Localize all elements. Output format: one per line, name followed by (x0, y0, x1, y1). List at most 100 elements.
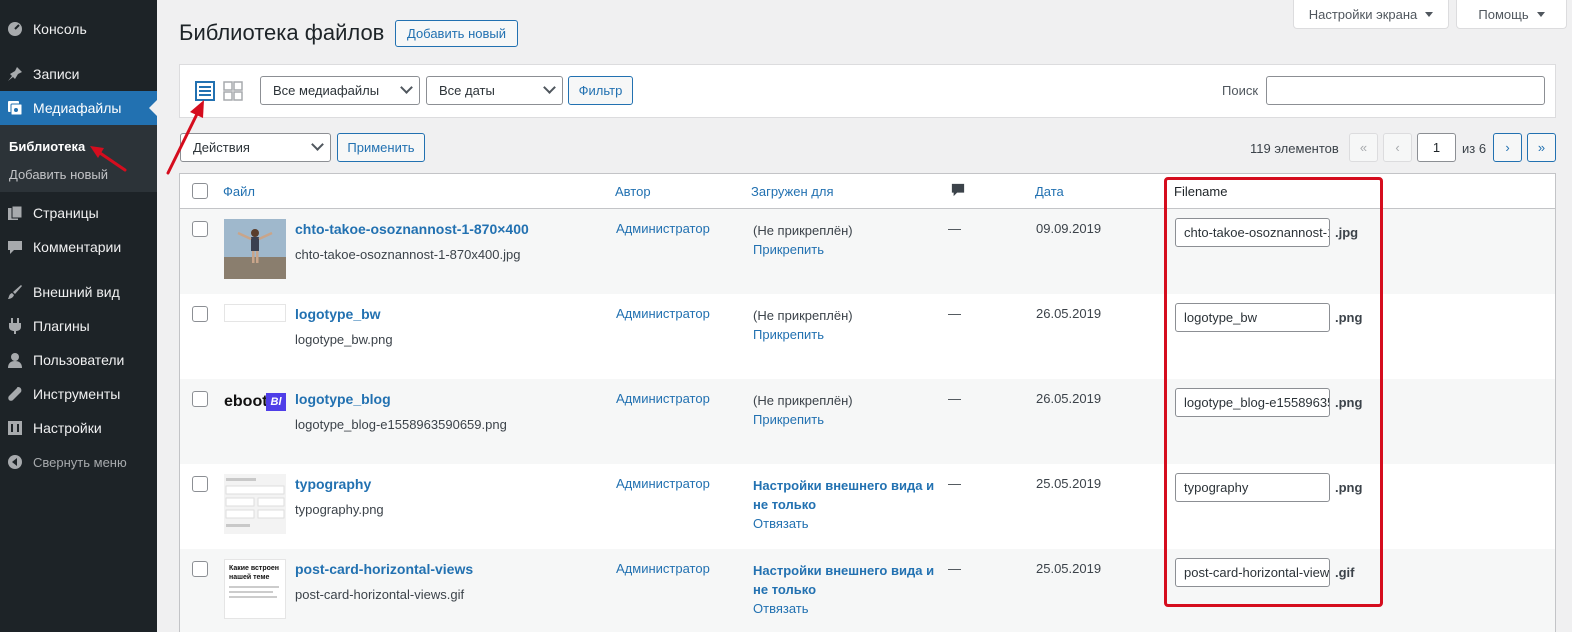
sidebar-item-appearance[interactable]: Внешний вид (0, 275, 157, 309)
media-filename: logotype_bw.png (295, 332, 393, 347)
current-page-input[interactable]: 1 (1417, 133, 1456, 162)
sidebar-item-settings[interactable]: Настройки (0, 411, 157, 445)
upload-date: 25.05.2019 (1036, 561, 1102, 576)
chevron-down-icon (311, 138, 324, 151)
uploaded-to-cell: Настройки внешнего вида и не только Отвя… (753, 476, 943, 533)
media-icon (8, 101, 23, 116)
apply-button[interactable]: Применить (337, 133, 425, 162)
collapse-menu-button[interactable]: Свернуть меню (0, 445, 157, 479)
date-select[interactable]: Все даты (426, 76, 563, 105)
upload-date: 09.09.2019 (1036, 221, 1102, 236)
sidebar-item-label: Пользователи (33, 352, 125, 368)
help-button[interactable]: Помощь (1456, 0, 1567, 29)
media-title-link[interactable]: logotype_blog (295, 391, 391, 407)
comments-count: — (948, 561, 961, 576)
uploaded-status: (Не прикреплён) (753, 223, 853, 238)
column-author[interactable]: Автор (615, 184, 651, 199)
row-checkbox[interactable] (192, 221, 208, 237)
screen-options-button[interactable]: Настройки экрана (1293, 0, 1449, 29)
sidebar-item-label: Страницы (33, 205, 99, 221)
settings-icon (8, 421, 22, 435)
media-thumbnail[interactable] (224, 304, 286, 364)
submenu-add-new[interactable]: Добавить новый (9, 167, 108, 182)
media-filename: typography.png (295, 502, 384, 517)
detach-link[interactable]: Отвязать (753, 599, 943, 618)
upload-date: 26.05.2019 (1036, 306, 1102, 321)
author-link[interactable]: Администратор (616, 391, 710, 406)
row-checkbox[interactable] (192, 561, 208, 577)
media-thumbnail[interactable] (224, 474, 286, 534)
uploaded-status: (Не прикреплён) (753, 393, 853, 408)
sidebar-item-comments[interactable]: Комментарии (0, 230, 157, 264)
next-page-button[interactable]: › (1493, 133, 1522, 162)
uploaded-to-cell: (Не прикреплён) Прикрепить (753, 221, 943, 259)
brush-icon (8, 285, 22, 299)
filename-column-highlight (1164, 177, 1383, 607)
detach-link[interactable]: Отвязать (753, 514, 943, 533)
comment-icon (951, 183, 965, 197)
author-link[interactable]: Администратор (616, 306, 710, 321)
column-uploaded-to[interactable]: Загружен для (751, 184, 833, 199)
attach-link[interactable]: Прикрепить (753, 240, 943, 259)
caret-down-icon (1425, 11, 1434, 17)
comments-count: — (948, 221, 961, 236)
bulk-action-select[interactable]: Действия (180, 133, 331, 162)
author-link[interactable]: Администратор (616, 221, 710, 236)
chevron-down-icon (543, 81, 556, 94)
sidebar-item-media[interactable]: Медиафайлы (0, 91, 157, 125)
author-link[interactable]: Администратор (616, 476, 710, 491)
first-page-button[interactable]: « (1349, 133, 1378, 162)
row-checkbox[interactable] (192, 476, 208, 492)
sidebar-item-label: Внешний вид (33, 284, 120, 300)
comment-icon (8, 241, 22, 254)
uploaded-parent-link-cont[interactable]: не только (753, 495, 943, 514)
user-icon (8, 353, 22, 368)
submenu-library[interactable]: Библиотека (9, 139, 85, 154)
uploaded-to-cell: (Не прикреплён) Прикрепить (753, 306, 943, 344)
sidebar-item-pages[interactable]: Страницы (0, 196, 157, 230)
thumb-card-text: Какие встроен нашей теме (229, 565, 280, 581)
attach-link[interactable]: Прикрепить (753, 410, 943, 429)
chevron-down-icon (400, 81, 413, 94)
caret-down-icon (1536, 11, 1545, 17)
media-type-select[interactable]: Все медиафайлы (260, 76, 420, 105)
sidebar-item-tools[interactable]: Инструменты (0, 377, 157, 411)
admin-sidebar: Консоль Записи Медиафайлы Библиотека Доб… (0, 0, 157, 632)
media-title-link[interactable]: logotype_bw (295, 306, 381, 322)
row-checkbox[interactable] (192, 306, 208, 322)
author-link[interactable]: Администратор (616, 561, 710, 576)
select-all-checkbox[interactable] (192, 183, 208, 199)
add-new-button[interactable]: Добавить новый (395, 20, 518, 47)
last-page-button[interactable]: » (1527, 133, 1556, 162)
sidebar-item-label: Плагины (33, 318, 90, 334)
sidebar-item-posts[interactable]: Записи (0, 57, 157, 91)
comments-count: — (948, 476, 961, 491)
column-file[interactable]: Файл (223, 184, 255, 199)
sidebar-item-plugins[interactable]: Плагины (0, 309, 157, 343)
attach-link[interactable]: Прикрепить (753, 325, 943, 344)
media-title-link[interactable]: post-card-horizontal-views (295, 561, 473, 577)
bulk-action-value: Действия (193, 140, 250, 155)
row-checkbox[interactable] (192, 391, 208, 407)
media-title-link[interactable]: typography (295, 476, 371, 492)
sidebar-item-dashboard[interactable]: Консоль (0, 12, 157, 46)
prev-page-button[interactable]: ‹ (1383, 133, 1412, 162)
search-label: Поиск (1222, 83, 1259, 98)
list-view-icon[interactable] (195, 81, 215, 101)
uploaded-parent-link-cont[interactable]: не только (753, 580, 943, 599)
search-input[interactable] (1266, 76, 1545, 105)
media-title-link[interactable]: chto-takoe-osoznannost-1-870×400 (295, 221, 529, 237)
media-thumbnail[interactable]: Какие встроен нашей теме (224, 559, 286, 619)
grid-view-icon[interactable] (223, 81, 243, 101)
media-thumbnail[interactable] (224, 219, 286, 279)
uploaded-parent-link[interactable]: Настройки внешнего вида и (753, 561, 943, 580)
dashboard-icon (8, 22, 22, 36)
thumb-logo-badge: Bl (266, 393, 286, 411)
total-pages: из 6 (1462, 141, 1487, 156)
filter-button[interactable]: Фильтр (568, 76, 633, 105)
media-thumbnail[interactable]: eboot Bl (224, 389, 286, 449)
sidebar-item-label: Записи (33, 66, 80, 82)
sidebar-item-users[interactable]: Пользователи (0, 343, 157, 377)
column-date[interactable]: Дата (1035, 184, 1064, 199)
uploaded-parent-link[interactable]: Настройки внешнего вида и (753, 476, 943, 495)
